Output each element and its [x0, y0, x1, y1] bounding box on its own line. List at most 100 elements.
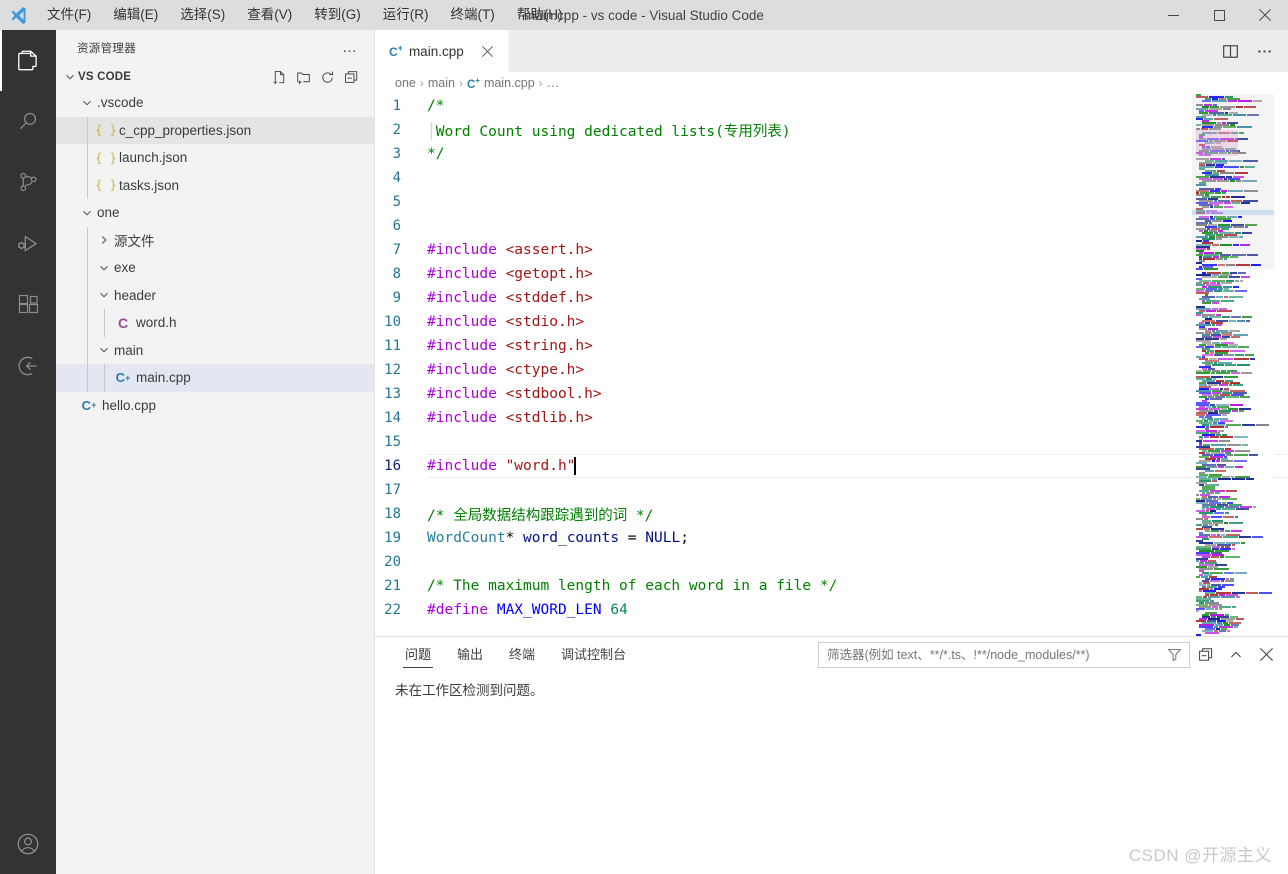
- menu-edit[interactable]: 编辑(E): [102, 0, 169, 30]
- panel-tab-debug-console[interactable]: 调试控制台: [551, 637, 636, 672]
- chevron-down-icon[interactable]: [95, 343, 112, 357]
- panel-tab-terminal[interactable]: 终端: [499, 637, 545, 672]
- breadcrumb-item-overflow[interactable]: …: [547, 76, 560, 90]
- code-line[interactable]: 1 /*: [375, 94, 1288, 118]
- minimize-icon[interactable]: [1150, 0, 1196, 30]
- menu-help[interactable]: 帮助(H): [506, 0, 574, 30]
- code-line[interactable]: 7 #include <assert.h>: [375, 238, 1288, 262]
- menu-bar[interactable]: 文件(F) 编辑(E) 选择(S) 查看(V) 转到(G) 运行(R) 终端(T…: [36, 0, 574, 30]
- tree-item-folder-source-files[interactable]: 源文件: [56, 226, 374, 254]
- tree-item-folder-header[interactable]: header: [56, 281, 374, 309]
- code-line-text[interactable]: #include <assert.h>: [427, 242, 1288, 258]
- code-line-text[interactable]: #include <getopt.h>: [427, 266, 1288, 282]
- code-line[interactable]: 5: [375, 190, 1288, 214]
- activity-item-source-control[interactable]: [0, 152, 56, 213]
- tree-item-file-word-h[interactable]: C word.h: [56, 309, 374, 337]
- new-folder-icon[interactable]: [292, 66, 314, 88]
- code-line[interactable]: 19 WordCount* word_counts = NULL;: [375, 526, 1288, 550]
- code-line-text[interactable]: │Word Count using dedicated lists(专用列表): [427, 120, 1288, 141]
- panel-tab-problems[interactable]: 问题: [395, 637, 441, 672]
- code-line-text[interactable]: WordCount* word_counts = NULL;: [427, 530, 1288, 546]
- code-line[interactable]: 8 #include <getopt.h>: [375, 262, 1288, 286]
- tree-item-folder-exe[interactable]: exe: [56, 254, 374, 282]
- code-line[interactable]: 2 │Word Count using dedicated lists(专用列表): [375, 118, 1288, 142]
- editor-tab-main-cpp[interactable]: C+ main.cpp: [375, 30, 509, 72]
- close-panel-icon[interactable]: [1252, 641, 1280, 669]
- code-line[interactable]: 16 #include "word.h": [375, 454, 1288, 478]
- code-line[interactable]: 6: [375, 214, 1288, 238]
- activity-item-accounts[interactable]: [0, 813, 56, 874]
- code-line[interactable]: 21 /* The maximum length of each word in …: [375, 574, 1288, 598]
- code-line[interactable]: 3 */: [375, 142, 1288, 166]
- close-icon[interactable]: [478, 41, 498, 61]
- breadcrumb-item-main[interactable]: main: [428, 76, 455, 90]
- code-line[interactable]: 9 #include <stddef.h>: [375, 286, 1288, 310]
- breadcrumb-item-one[interactable]: one: [395, 76, 416, 90]
- code-line[interactable]: 22 #define MAX_WORD_LEN 64: [375, 598, 1288, 622]
- code-line[interactable]: 18 /* 全局数据结构跟踪遇到的词 */: [375, 502, 1288, 526]
- code-line-text[interactable]: #define MAX_WORD_LEN 64: [427, 602, 1288, 618]
- tree-item-file-hello-cpp[interactable]: C + hello.cpp: [56, 392, 374, 420]
- tree-item-folder-one[interactable]: one: [56, 199, 374, 227]
- split-editor-icon[interactable]: [1216, 37, 1244, 65]
- chevron-down-icon[interactable]: [78, 206, 95, 220]
- menu-file[interactable]: 文件(F): [36, 0, 102, 30]
- code-line[interactable]: 4: [375, 166, 1288, 190]
- code-line-text[interactable]: */: [427, 146, 1288, 162]
- maximize-icon[interactable]: [1196, 0, 1242, 30]
- chevron-down-icon[interactable]: [62, 70, 78, 84]
- code-line[interactable]: 11 #include <string.h>: [375, 334, 1288, 358]
- code-line-text[interactable]: #include <stddef.h>: [427, 290, 1288, 306]
- file-tree[interactable]: .vscode { } c_cpp_properties.json { } la…: [56, 89, 374, 874]
- tree-item-file-launch-json[interactable]: { } launch.json: [56, 144, 374, 172]
- refresh-icon[interactable]: [316, 66, 338, 88]
- tree-item-folder-main[interactable]: main: [56, 336, 374, 364]
- code-line-text[interactable]: #include "word.h": [427, 454, 1288, 478]
- activity-item-run-and-debug[interactable]: [0, 213, 56, 274]
- tree-item-file-tasks-json[interactable]: { } tasks.json: [56, 171, 374, 199]
- clear-icon[interactable]: [1192, 641, 1220, 669]
- tree-item-file-main-cpp[interactable]: C + main.cpp: [56, 364, 374, 392]
- code-line[interactable]: 20: [375, 550, 1288, 574]
- explorer-section-header[interactable]: VS CODE: [56, 65, 374, 89]
- code-line[interactable]: 15: [375, 430, 1288, 454]
- activity-item-extensions[interactable]: [0, 274, 56, 335]
- activity-item-remote-explorer[interactable]: [0, 335, 56, 396]
- sidebar-more-actions-icon[interactable]: …: [334, 39, 366, 56]
- code-line-text[interactable]: /* The maximum length of each word in a …: [427, 578, 1288, 594]
- menu-select[interactable]: 选择(S): [169, 0, 236, 30]
- code-line-text[interactable]: /* 全局数据结构跟踪遇到的词 */: [427, 504, 1288, 525]
- new-file-icon[interactable]: [268, 66, 290, 88]
- problems-filter-box[interactable]: [818, 641, 1190, 668]
- activity-item-search[interactable]: [0, 91, 56, 152]
- editor-vertical-scrollbar[interactable]: [1274, 94, 1288, 636]
- tree-item-folder-vscode[interactable]: .vscode: [56, 89, 374, 117]
- menu-terminal[interactable]: 终端(T): [440, 0, 506, 30]
- chevron-right-icon[interactable]: [95, 233, 112, 247]
- more-actions-icon[interactable]: [1250, 37, 1278, 65]
- problems-filter-input[interactable]: [827, 647, 1159, 662]
- code-line[interactable]: 12 #include <ctype.h>: [375, 358, 1288, 382]
- menu-goto[interactable]: 转到(G): [303, 0, 372, 30]
- code-line-text[interactable]: #include <stdbool.h>: [427, 386, 1288, 402]
- chevron-down-icon[interactable]: [95, 288, 112, 302]
- filter-icon[interactable]: [1163, 644, 1185, 666]
- code-line-text[interactable]: /*: [427, 98, 1288, 114]
- chevron-down-icon[interactable]: [78, 96, 95, 110]
- collapse-panel-icon[interactable]: [1222, 641, 1250, 669]
- code-editor[interactable]: 1 /* 2 │Word Count using dedicated lists(专用…: [375, 94, 1288, 636]
- code-line-text[interactable]: #include <string.h>: [427, 338, 1288, 354]
- code-line[interactable]: 10 #include <stdio.h>: [375, 310, 1288, 334]
- close-icon[interactable]: [1242, 0, 1288, 30]
- code-line[interactable]: 13 #include <stdbool.h>: [375, 382, 1288, 406]
- chevron-down-icon[interactable]: [95, 261, 112, 275]
- code-line-text[interactable]: #include <stdio.h>: [427, 314, 1288, 330]
- code-line[interactable]: 14 #include <stdlib.h>: [375, 406, 1288, 430]
- menu-run[interactable]: 运行(R): [372, 0, 440, 30]
- code-line-text[interactable]: #include <stdlib.h>: [427, 410, 1288, 426]
- panel-tab-output[interactable]: 输出: [447, 637, 493, 672]
- menu-view[interactable]: 查看(V): [236, 0, 303, 30]
- code-line[interactable]: 17: [375, 478, 1288, 502]
- code-viewport[interactable]: 1 /* 2 │Word Count using dedicated lists(专用…: [375, 94, 1288, 636]
- tree-item-file-c-cpp-properties[interactable]: { } c_cpp_properties.json: [56, 116, 374, 144]
